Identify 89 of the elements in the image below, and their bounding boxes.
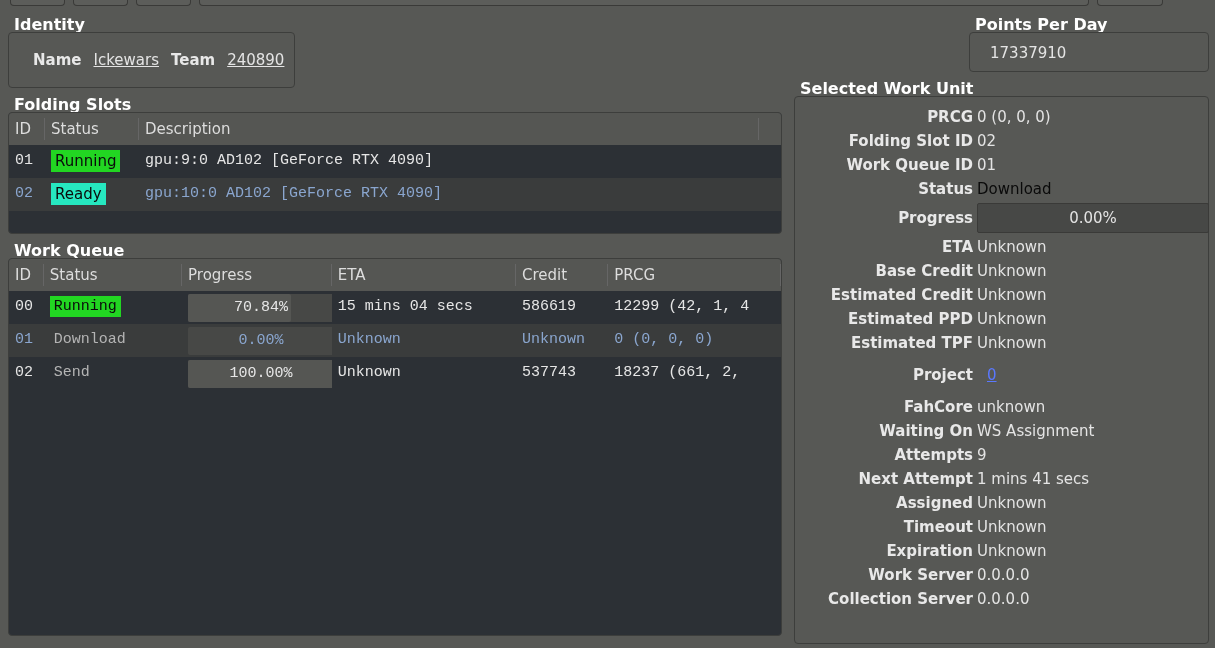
team-label: Team [171, 50, 216, 71]
progress-bar: 70.84% [188, 293, 332, 322]
table-cell-text: 12299 (42, 1, 4 [613, 297, 751, 318]
table-cell-text: 02 [14, 363, 34, 384]
toolbar-button[interactable] [136, 0, 191, 6]
field-label: Progress [897, 208, 973, 229]
toolbar-button[interactable] [73, 0, 128, 6]
table-cell-text: 00 [14, 297, 34, 318]
table-cell-text: 15 mins 04 secs [336, 297, 474, 318]
field-value: 1 mins 41 secs [977, 469, 1091, 490]
group-title: Work Queue [13, 242, 126, 260]
field-label: Project [911, 365, 973, 386]
table-row[interactable]: 02 Ready gpu:10:0 AD102 [GeForce RTX 4090] [9, 178, 781, 211]
table-cell-text: Unknown [336, 330, 402, 351]
column-header[interactable]: Status [43, 264, 183, 286]
field-label: PRCG [926, 107, 973, 128]
progress-bar: 0.00% [977, 203, 1209, 233]
team-link[interactable]: 240890 [227, 48, 285, 72]
field-label: FahCore [902, 397, 973, 418]
group-title: Folding Slots [13, 96, 133, 114]
table-cell-text: gpu:10:0 AD102 [GeForce RTX 4090] [144, 184, 444, 205]
field-value: 01 [977, 155, 998, 176]
status-label: Download [52, 330, 127, 351]
table-cell-text: 586619 [521, 297, 577, 318]
column-header[interactable]: ETA [331, 264, 516, 286]
status-label: Send [52, 363, 91, 384]
status-label: Running [49, 296, 121, 318]
field-value: Unknown [977, 261, 1048, 282]
field-value: 0 (0, 0, 0) [977, 107, 1052, 128]
field-value: Unknown [977, 309, 1048, 330]
field-value: Unknown [977, 493, 1048, 514]
field-label: Status [917, 179, 973, 200]
field-label: Collection Server [827, 589, 973, 610]
table-cell-text: gpu:9:0 AD102 [GeForce RTX 4090] [144, 151, 435, 172]
field-label: Base Credit [874, 261, 973, 282]
field-value: Unknown [977, 237, 1048, 258]
field-label: Expiration [885, 541, 973, 562]
status-label: Running [51, 150, 121, 173]
field-label: Work Queue ID [845, 155, 973, 176]
field-value: Unknown [977, 517, 1048, 538]
table-cell-text: 01 [14, 151, 34, 172]
table-cell-text: Unknown [336, 363, 402, 384]
field-label: Estimated TPF [850, 333, 973, 354]
field-value: Download [977, 179, 1053, 200]
progress-bar: 0.00% [188, 326, 332, 355]
table-row[interactable]: 01 Download 0.00% Unknown Unknown 0 (0, 0, 0) [9, 324, 781, 357]
field-label: Estimated PPD [847, 309, 973, 330]
column-header[interactable]: Description [139, 118, 759, 140]
column-header[interactable]: Progress [182, 264, 332, 286]
table-cell-text: Unknown [521, 330, 586, 351]
toolbar-button[interactable] [1097, 0, 1163, 6]
field-label: Work Server [867, 565, 973, 586]
field-value: Unknown [977, 333, 1048, 354]
name-link[interactable]: Ickewars [93, 48, 159, 72]
column-header[interactable]: Status [45, 118, 139, 140]
status-label: Ready [51, 183, 106, 206]
field-label: Attempts [893, 445, 973, 466]
group-title: Points Per Day [974, 16, 1109, 34]
field-value: 9 [977, 445, 988, 466]
field-label: Waiting On [878, 421, 973, 442]
group-title: Identity [13, 16, 86, 34]
table-cell-text: 0 (0, 0, 0) [613, 330, 715, 351]
name-label: Name [33, 50, 82, 71]
column-header[interactable]: ID [9, 118, 45, 140]
field-label: Timeout [902, 517, 973, 538]
toolbar-field[interactable] [199, 0, 1089, 6]
field-value: 0.0.0.0 [977, 565, 1031, 586]
table-cell-text: 537743 [521, 363, 577, 384]
field-label: ETA [941, 237, 973, 258]
toolbar-button[interactable] [10, 0, 65, 6]
group-title: Selected Work Unit [799, 80, 975, 98]
column-header[interactable]: ID [9, 264, 44, 286]
field-value: unknown [977, 397, 1047, 418]
table-cell-text: 01 [14, 330, 34, 351]
table-cell-text: 18237 (661, 2, [613, 363, 742, 384]
field-value: Unknown [977, 541, 1048, 562]
column-header[interactable]: PRCG [608, 264, 781, 286]
points-value: 17337910 [990, 44, 1067, 62]
field-label: Estimated Credit [829, 285, 973, 306]
table-cell-text: 02 [14, 184, 34, 205]
field-label: Next Attempt [857, 469, 973, 490]
field-value: 02 [977, 131, 998, 152]
field-label: Folding Slot ID [847, 131, 973, 152]
field-label: Assigned [895, 493, 973, 514]
field-value: 0.0.0.0 [977, 589, 1031, 610]
progress-bar: 100.00% [188, 359, 332, 388]
column-header[interactable]: Credit [516, 264, 609, 286]
field-value: Unknown [977, 285, 1048, 306]
field-value: WS Assignment [977, 421, 1096, 442]
